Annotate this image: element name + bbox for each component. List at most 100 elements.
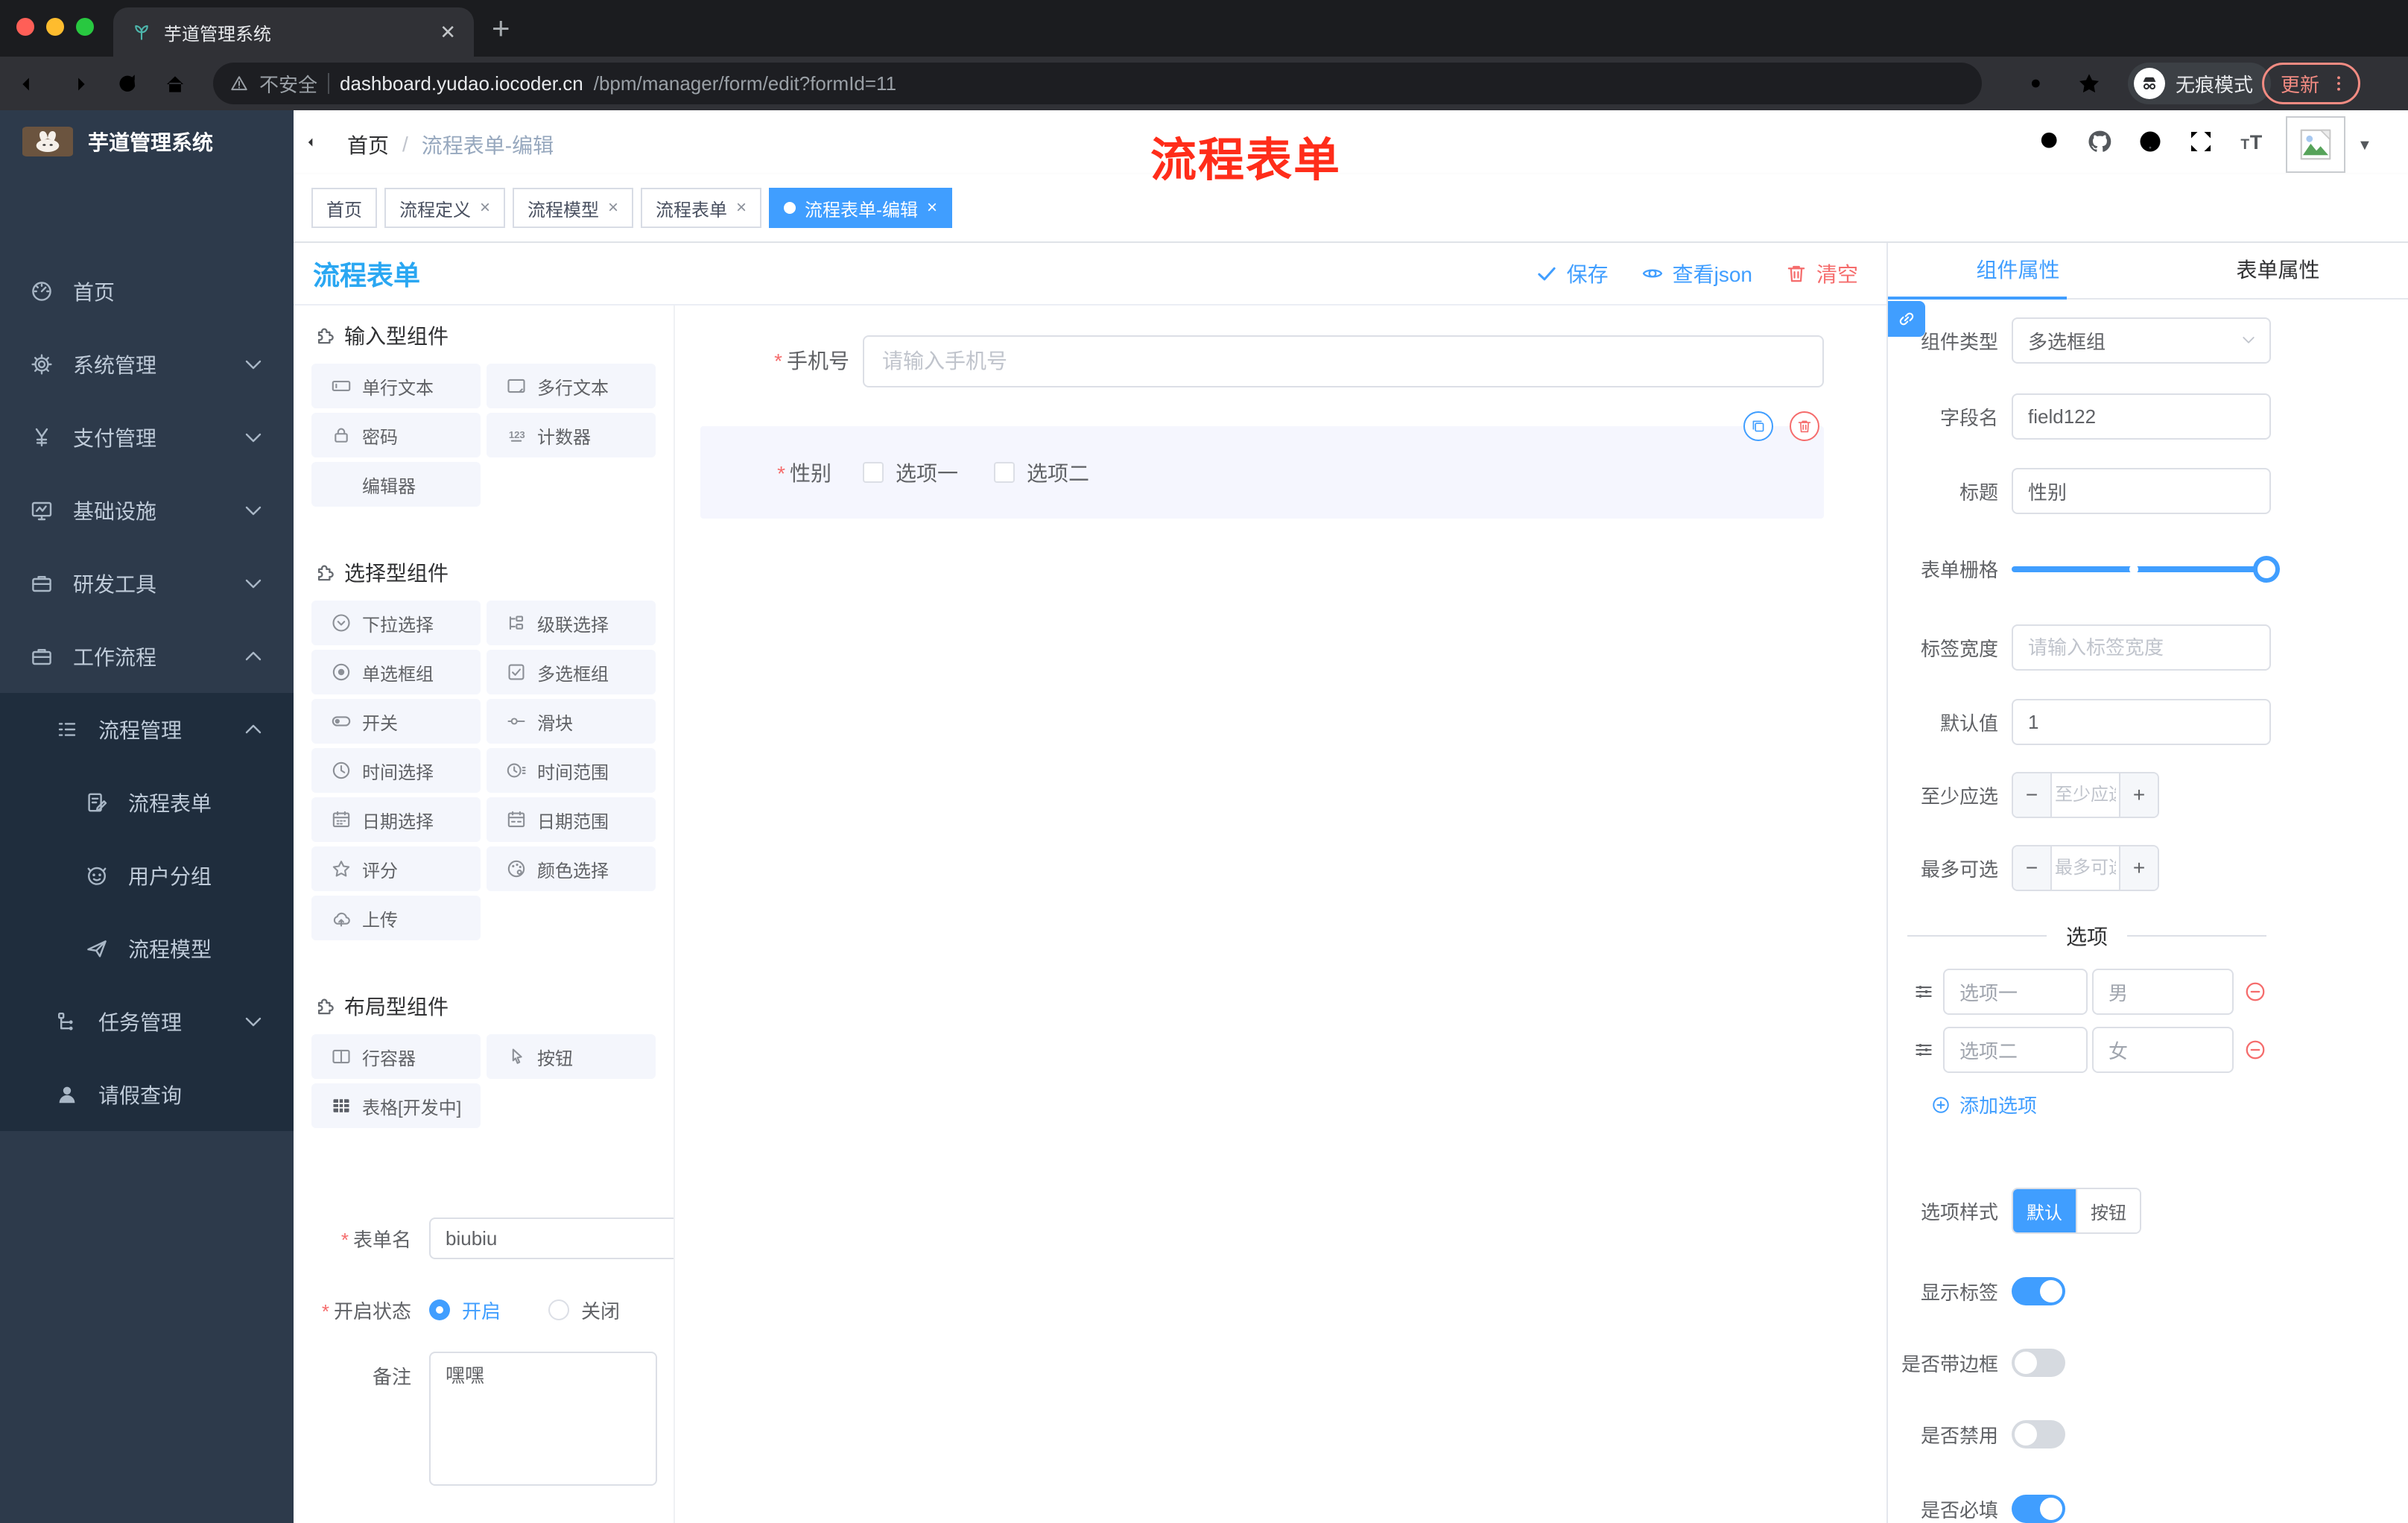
min-select-input[interactable] — [2052, 773, 2119, 817]
close-icon[interactable]: × — [608, 197, 618, 218]
component-chip-row-container[interactable]: 行容器 — [311, 1034, 481, 1079]
home-icon[interactable] — [162, 72, 188, 97]
component-chip-editor[interactable]: 编辑器 — [311, 462, 481, 507]
show-label-toggle[interactable] — [2012, 1277, 2065, 1305]
component-chip-date-range[interactable]: 日期范围 — [487, 797, 656, 842]
max-select-input[interactable] — [2052, 846, 2119, 890]
option-1-label-input[interactable] — [1943, 969, 2088, 1015]
sidebar-item-user-group[interactable]: 用户分组 — [0, 839, 294, 912]
close-icon[interactable]: × — [480, 197, 490, 218]
checkbox-unchecked[interactable] — [863, 462, 884, 483]
sidebar-item-home[interactable]: 首页 — [0, 255, 294, 328]
component-chip-radio-group[interactable]: 单选框组 — [311, 650, 481, 694]
help-icon[interactable] — [2137, 128, 2164, 155]
browser-tab[interactable]: 芋道管理系统 ✕ — [113, 7, 474, 57]
new-tab-button[interactable]: + — [492, 10, 510, 46]
component-chip-password[interactable]: 密码 — [311, 413, 481, 457]
save-button[interactable]: 保存 — [1536, 259, 1609, 288]
slider-track[interactable] — [2012, 566, 2277, 572]
component-chip-slider[interactable]: 滑块 — [487, 699, 656, 744]
password-key-icon[interactable] — [2028, 70, 2055, 97]
logo[interactable]: 芋道管理系统 — [0, 110, 294, 156]
remove-option-icon[interactable] — [2244, 1039, 2266, 1061]
tagview-tab-process-form[interactable]: 流程表单 × — [641, 188, 762, 228]
form-remark-textarea[interactable]: 嘿嘿 — [429, 1352, 657, 1486]
sidebar-item-dev-tools[interactable]: 研发工具 — [0, 547, 294, 620]
search-icon[interactable] — [2037, 128, 2064, 155]
forward-icon[interactable] — [64, 72, 89, 97]
component-chip-select[interactable]: 下拉选择 — [311, 601, 481, 645]
component-chip-single-text[interactable]: 单行文本 — [311, 364, 481, 408]
drag-handle-icon[interactable] — [1913, 981, 1934, 1002]
browser-menu-dots-icon[interactable] — [2328, 73, 2349, 94]
component-chip-time-range[interactable]: 时间范围 — [487, 748, 656, 793]
field-name-input[interactable] — [2012, 393, 2271, 440]
clear-button[interactable]: 清空 — [1785, 259, 1858, 288]
sidebar-collapse-icon[interactable] — [305, 130, 331, 155]
title-input[interactable] — [2012, 468, 2271, 514]
tagview-tab-home[interactable]: 首页 — [311, 188, 377, 228]
avatar-caret-icon[interactable]: ▼ — [2357, 137, 2372, 154]
close-icon[interactable]: × — [927, 197, 937, 218]
gender-option-1[interactable]: 选项一 — [863, 457, 958, 487]
window-minimize-button[interactable] — [46, 18, 64, 36]
grid-slider[interactable] — [2012, 545, 2280, 592]
component-chip-color-picker[interactable]: 颜色选择 — [487, 846, 656, 891]
style-default-button[interactable]: 默认 — [2013, 1189, 2076, 1232]
label-width-input[interactable] — [2012, 624, 2271, 671]
fullscreen-icon[interactable] — [2187, 128, 2214, 155]
bookmark-star-icon[interactable] — [2076, 70, 2103, 97]
canvas-field-gender-selected[interactable]: * 性别 选项一 选项二 — [700, 411, 1824, 519]
component-chip-upload[interactable]: 上传 — [311, 896, 481, 940]
sidebar-item-process-model[interactable]: 流程模型 — [0, 912, 294, 985]
increase-button[interactable]: + — [2119, 846, 2158, 890]
security-label[interactable]: 不安全 — [259, 70, 317, 98]
component-chip-time-picker[interactable]: 时间选择 — [311, 748, 481, 793]
address-bar[interactable]: 不安全 dashboard.yudao.iocoder.cn /bpm/mana… — [213, 63, 1982, 104]
component-chip-switch[interactable]: 开关 — [311, 699, 481, 744]
remove-option-icon[interactable] — [2244, 981, 2266, 1003]
decrease-button[interactable]: − — [2013, 773, 2052, 817]
component-chip-date-picker[interactable]: 日期选择 — [311, 797, 481, 842]
component-chip-table[interactable]: 表格[开发中] — [311, 1083, 481, 1128]
component-chip-cascader[interactable]: 级联选择 — [487, 601, 656, 645]
phone-input[interactable] — [863, 335, 1824, 387]
window-zoom-button[interactable] — [76, 18, 94, 36]
back-icon[interactable] — [18, 72, 43, 97]
sidebar-item-process-mgmt[interactable]: 流程管理 — [0, 693, 294, 766]
canvas-field-phone[interactable]: * 手机号 — [675, 335, 1837, 387]
drag-handle-icon[interactable] — [1913, 1039, 1934, 1060]
sidebar-item-payment-mgmt[interactable]: 支付管理 — [0, 401, 294, 474]
tab-form-props[interactable]: 表单属性 — [2148, 243, 2408, 298]
radio-status-on-label[interactable]: 开启 — [462, 1296, 501, 1324]
breadcrumb-home[interactable]: 首页 — [347, 130, 389, 159]
browser-update-button[interactable]: 更新 — [2262, 63, 2361, 104]
radio-status-on[interactable] — [429, 1299, 450, 1320]
github-icon[interactable] — [2086, 128, 2113, 155]
delete-component-button[interactable] — [1790, 411, 1819, 441]
font-size-icon[interactable] — [2238, 128, 2265, 155]
tagview-tab-process-form-edit[interactable]: 流程表单-编辑 × — [769, 188, 953, 228]
tab-component-props[interactable]: 组件属性 — [1888, 243, 2148, 298]
reload-icon[interactable] — [115, 72, 140, 97]
close-icon[interactable]: × — [736, 197, 747, 218]
window-close-button[interactable] — [16, 18, 34, 36]
style-button-button[interactable]: 按钮 — [2076, 1189, 2140, 1232]
required-toggle[interactable] — [2012, 1495, 2065, 1523]
option-2-label-input[interactable] — [1943, 1027, 2088, 1073]
component-chip-counter[interactable]: 计数器 — [487, 413, 656, 457]
decrease-button[interactable]: − — [2013, 846, 2052, 890]
disabled-toggle[interactable] — [2012, 1420, 2065, 1448]
component-chip-rate[interactable]: 评分 — [311, 846, 481, 891]
component-type-select[interactable] — [2012, 317, 2271, 364]
radio-status-off[interactable] — [548, 1299, 570, 1320]
add-option-button[interactable]: 添加选项 — [1931, 1091, 2037, 1118]
default-value-input[interactable] — [2012, 699, 2271, 745]
option-1-value-input[interactable] — [2092, 969, 2234, 1015]
sidebar-item-system-mgmt[interactable]: 系统管理 — [0, 328, 294, 401]
sidebar-item-process-form[interactable]: 流程表单 — [0, 766, 294, 839]
component-chip-checkbox-group[interactable]: 多选框组 — [487, 650, 656, 694]
sidebar-item-task-mgmt[interactable]: 任务管理 — [0, 985, 294, 1058]
increase-button[interactable]: + — [2119, 773, 2158, 817]
component-chip-button[interactable]: 按钮 — [487, 1034, 656, 1079]
